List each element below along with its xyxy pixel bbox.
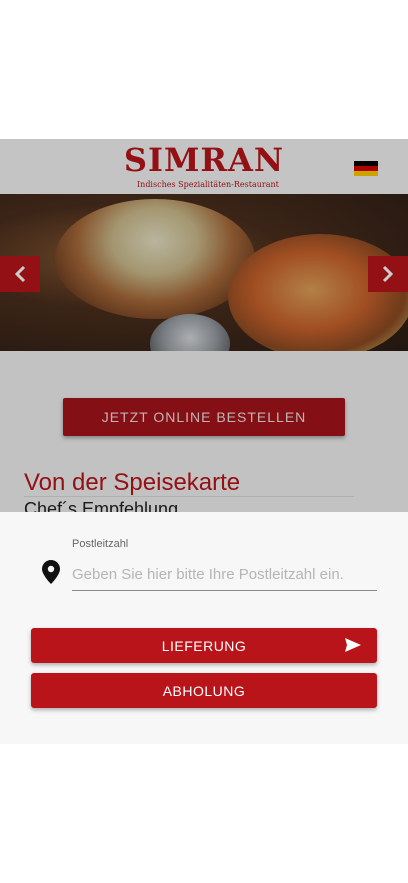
pickup-button-label: ABHOLUNG <box>162 682 246 699</box>
location-pin-icon <box>42 560 60 584</box>
pickup-button[interactable]: ABHOLUNG <box>31 673 377 708</box>
zip-label: Postleitzahl <box>72 538 129 550</box>
modal-backdrop[interactable] <box>0 139 408 512</box>
restaurant-app: SIMRAN Indisches Spezialitäten-Restauran… <box>0 139 408 744</box>
delivery-button-label: LIEFERUNG <box>161 637 247 654</box>
zip-input[interactable] <box>72 558 377 591</box>
order-type-sheet: Postleitzahl LIEFERUNG ABHOLUNG <box>0 512 408 744</box>
send-icon <box>345 638 361 652</box>
delivery-button[interactable]: LIEFERUNG <box>31 628 377 663</box>
